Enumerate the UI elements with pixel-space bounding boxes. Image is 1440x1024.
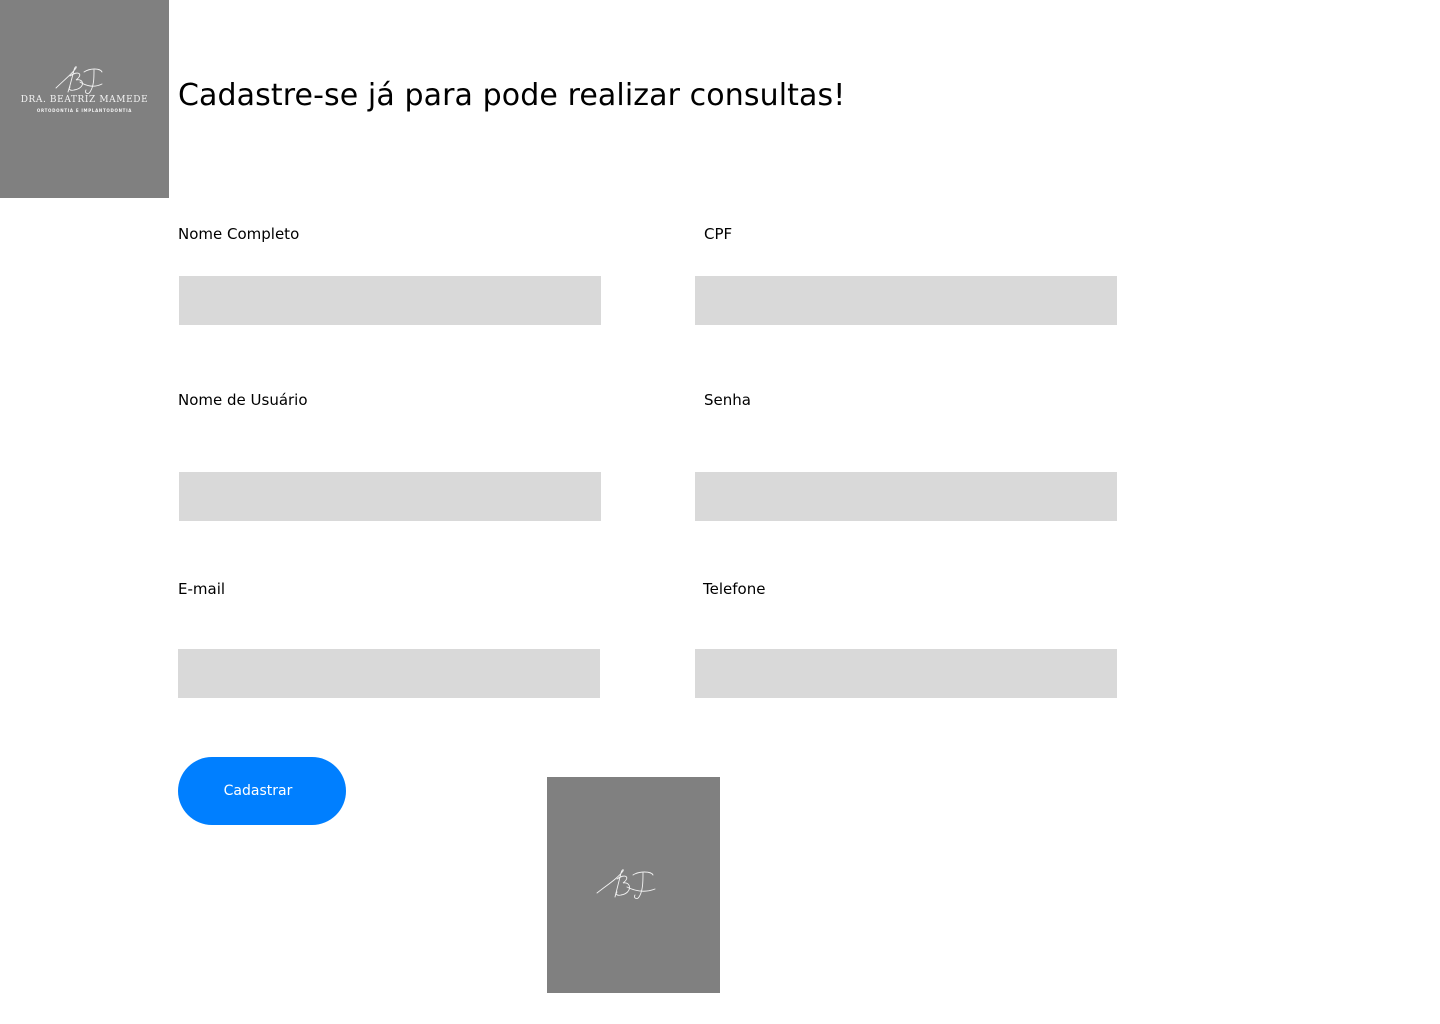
brand-tagline: ORTODONTIA E IMPLANTODONTIA [36,108,133,113]
bm-signature-monogram-icon [596,869,656,899]
cpf-input[interactable] [695,276,1117,325]
email-input[interactable] [178,649,600,698]
cpf-label: CPF [704,225,733,243]
register-button-label: Cadastrar [223,783,293,799]
signup-page: DRA. BEATRIZ MAMEDE ORTODONTIA E IMPLANT… [0,0,1440,1024]
full-name-input[interactable] [179,276,601,325]
brand-logo: DRA. BEATRIZ MAMEDE ORTODONTIA E IMPLANT… [0,0,169,198]
monogram-image [547,777,720,993]
phone-label: Telefone [703,580,766,598]
register-button[interactable]: Cadastrar [178,757,346,825]
password-input[interactable] [695,472,1117,521]
password-label: Senha [704,391,751,409]
email-label: E-mail [178,580,226,598]
username-input[interactable] [179,472,601,521]
full-name-label: Nome Completo [178,225,300,243]
phone-input[interactable] [695,649,1117,698]
brand-name: DRA. BEATRIZ MAMEDE [20,95,149,105]
page-title: Cadastre-se já para pode realizar consul… [178,78,846,113]
username-label: Nome de Usuário [178,391,308,409]
